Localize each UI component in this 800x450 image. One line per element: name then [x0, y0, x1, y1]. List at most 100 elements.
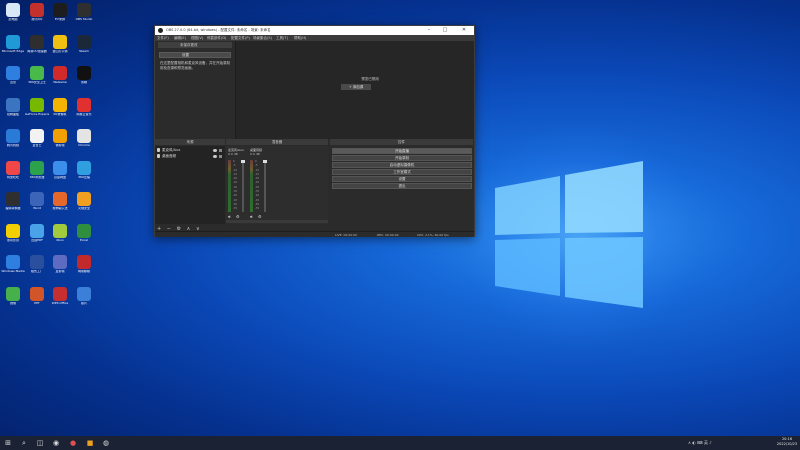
desktop-icon[interactable]: PPT [25, 286, 49, 317]
browser-taskbar-icon[interactable]: ● [68, 438, 78, 448]
app-icon [6, 160, 20, 175]
desktop-icon[interactable]: 360安全卫士 [25, 66, 49, 96]
desktop-icon[interactable]: 网易云音乐 [72, 97, 96, 128]
desktop-icon[interactable]: Steam [72, 34, 96, 65]
source-item[interactable]: 桌面音频 [157, 154, 223, 159]
desktop-icon-label: Xbox [56, 238, 64, 242]
studio-mode-button[interactable]: 工作室模式 [332, 169, 472, 175]
desktop-icon[interactable]: 格式工厂 [25, 255, 49, 285]
mute-toggle[interactable]: 🔊︎ [250, 214, 253, 219]
desktop-icon[interactable]: 网易UU加速器 [25, 34, 49, 65]
fader-knob[interactable] [241, 160, 245, 163]
desktop-icon[interactable]: Excel [72, 223, 96, 254]
desktop-icon[interactable]: 金山打字通 [48, 34, 72, 65]
visibility-icon[interactable] [213, 155, 217, 158]
desktop-icon[interactable]: 迅雷 [1, 66, 25, 96]
desktop-icon[interactable]: 腾讯QQ [25, 3, 49, 33]
speaker-icon [157, 154, 160, 158]
desktop-icon[interactable]: GeForce Experience [25, 97, 49, 128]
desktop-icon[interactable]: WeGame [48, 66, 72, 96]
desktop-icon[interactable]: 爱奇艺 [25, 129, 49, 159]
visibility-icon[interactable] [213, 149, 217, 152]
desktop-icon[interactable]: 火绒安全 [72, 192, 96, 222]
desktop-icon[interactable]: 360压缩 [72, 160, 96, 191]
mixer-header: 混音器 [226, 139, 328, 145]
desktop-icon[interactable]: 照片 [72, 286, 96, 317]
app-icon [30, 34, 44, 49]
desktop-icon[interactable]: Microsoft Edge [1, 34, 25, 65]
source-item[interactable]: 麦克风/Aux [157, 148, 223, 153]
channel-settings-icon[interactable]: ⚙ [258, 214, 262, 219]
minimize-button[interactable]: – [423, 27, 435, 34]
obs-titlebar[interactable]: OBS 27.0.0 (64-bit, windows) - 配置文件: 未命名… [155, 26, 474, 35]
search-icon[interactable]: ⌕ [19, 438, 29, 448]
desktop-icon[interactable]: Windows Media [1, 255, 25, 285]
mute-toggle[interactable]: 🔊︎ [228, 214, 231, 219]
desktop-icon[interactable]: KK录像机 [48, 97, 72, 128]
add-source-button[interactable]: + 添加源 [341, 84, 371, 90]
start-virtual-camera-button[interactable]: 启动虚拟摄像机 [332, 162, 472, 168]
volume-fader[interactable] [263, 160, 267, 212]
meter-scale: 0 -5 -10 -15 -20 -25 -30 -35 -40 -45 -50 -55 [233, 160, 241, 212]
desktop-icon-label: Microsoft Edge [1, 49, 25, 53]
close-button[interactable]: ✕ [458, 27, 470, 34]
desktop-icon[interactable]: 百度网盘 [48, 160, 72, 191]
lock-icon[interactable] [219, 149, 222, 152]
desktop-icon[interactable]: 迅捷PDF [25, 223, 49, 254]
start-recording-button[interactable]: 开始录制 [332, 155, 472, 161]
exit-button[interactable]: 退出 [332, 183, 472, 189]
desktop-icon[interactable]: 控制面板 [1, 97, 25, 128]
app-icon [53, 129, 67, 143]
settings-button[interactable]: 设置 [159, 52, 231, 58]
desktop-icon-label: 此电脑 [8, 18, 18, 21]
clock[interactable]: 20:16 2022/10/23 [775, 437, 799, 447]
fader-knob[interactable] [263, 160, 267, 163]
volume-meter [228, 160, 231, 212]
desktop-icon[interactable]: 搜狗输入法 [48, 192, 72, 222]
start-streaming-button[interactable]: 开始直播 [332, 148, 472, 154]
desktop-icon[interactable]: 360浏览器 [25, 160, 49, 191]
volume-fader[interactable] [241, 160, 245, 212]
source-label: 麦克风/Aux [162, 148, 181, 152]
desktop-icon[interactable]: Xbox [48, 223, 72, 254]
app-icon [6, 223, 20, 238]
scene-tab[interactable]: 未保存更改 [158, 42, 232, 48]
desktop-icon[interactable]: Word [25, 192, 49, 222]
app-icon [30, 66, 44, 80]
system-tray[interactable]: ∧ ◐ ⌨ 英 ♪ [688, 440, 712, 446]
start-icon[interactable]: ⊞ [3, 438, 13, 448]
desktop-icon[interactable]: 快剪辑 [48, 129, 72, 159]
app-taskbar-icon[interactable]: ■ [85, 438, 95, 448]
desktop-icon[interactable]: 网易邮箱 [72, 255, 96, 285]
desktop-icon[interactable]: 剪映 [72, 66, 96, 96]
desktop-icon[interactable]: WPS Office [48, 286, 72, 317]
channel-settings-icon[interactable]: ⚙ [236, 214, 240, 219]
desktop-icon[interactable]: 爱剪辑 [48, 255, 72, 285]
preview-area[interactable]: 预览已禁用 + 添加源 [235, 41, 474, 139]
desktop-icon[interactable]: 暴风影音 [1, 223, 25, 254]
desktop-icon[interactable]: EV录屏 [48, 3, 72, 33]
mixer-channel-mic: 麦克风/Aux 0.0 dB 0 -5 -10 -15 -20 -25 -30 -35 -40-… [228, 148, 248, 222]
desktop-icon[interactable]: 微信 [1, 286, 25, 317]
desktop-icon[interactable]: 狸窝转换器 [1, 192, 25, 222]
mixer-scrollbar[interactable] [226, 220, 328, 223]
task-view-icon[interactable]: ◫ [35, 438, 45, 448]
lock-icon[interactable] [219, 155, 222, 158]
desktop-icon[interactable]: 此电脑 [1, 3, 25, 33]
app-icon [53, 255, 67, 269]
maximize-button[interactable]: □ [439, 27, 451, 34]
meter-scale: 0 -5 -10 -15 -20 -25 -30 -35 -40 -45 -50 -55 [255, 160, 263, 212]
desktop-icon[interactable]: OBS Studio [72, 3, 96, 33]
edge-icon[interactable]: ◉ [51, 438, 61, 448]
controls-settings-button[interactable]: 设置 [332, 176, 472, 182]
desktop-icon[interactable]: Chrome [72, 129, 96, 159]
desktop-icon-label: 网易邮箱 [77, 270, 90, 273]
desktop-icon-label: GeForce Experience [25, 112, 49, 116]
desktop-icon[interactable]: 腾讯视频 [1, 129, 25, 159]
desktop-icon[interactable]: 阿里旺旺 [1, 160, 25, 191]
app-icon [6, 3, 20, 17]
desktop-icon-label: Steam [79, 49, 89, 53]
desktop-icon-label: Word [33, 207, 41, 210]
obs-taskbar-icon[interactable]: ◍ [101, 438, 111, 448]
desktop-icon-label: 迅雷 [9, 81, 16, 84]
